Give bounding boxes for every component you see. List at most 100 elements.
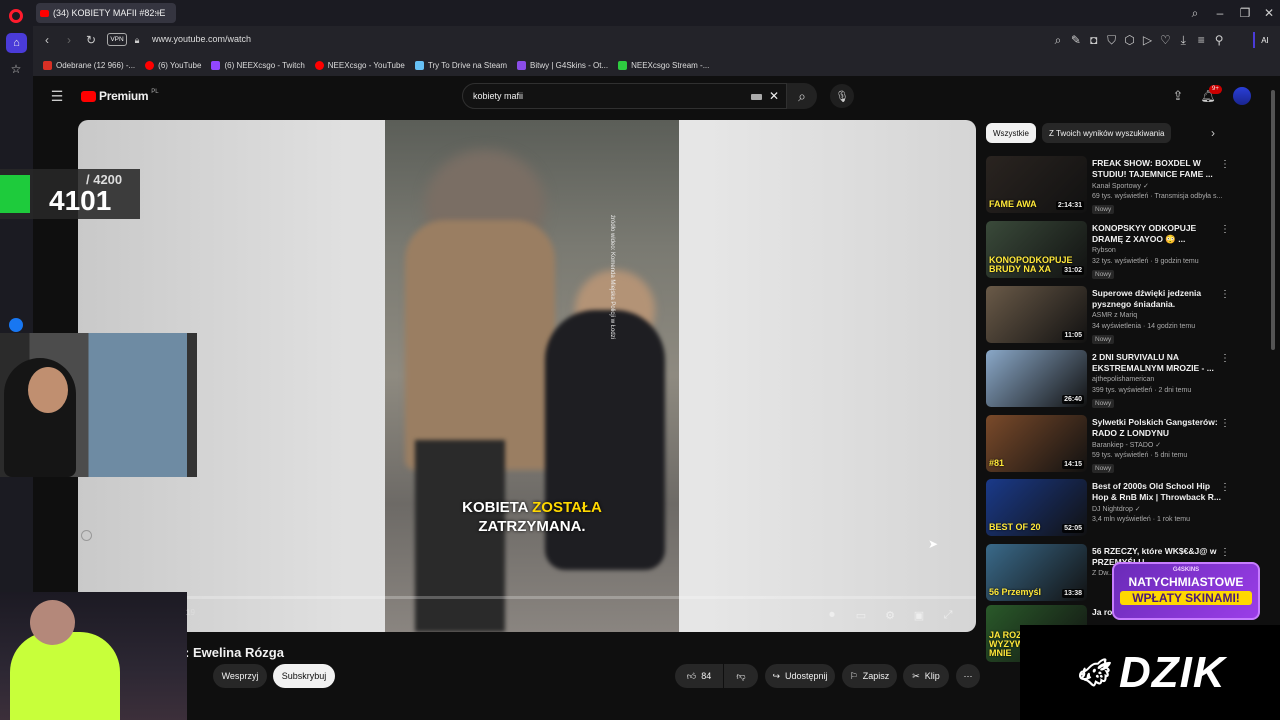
camera-icon[interactable]: ◘ [1087,32,1101,48]
url-field[interactable]: www.youtube.com/watch [152,34,251,44]
home-icon[interactable]: ⌂ [6,33,27,53]
search-tabs-icon[interactable]: ⌕ [1187,5,1203,21]
dislike-button[interactable]: 👎︎ [724,664,758,688]
share-button[interactable]: ↪ Udostępnij [765,664,835,688]
recommendation-item[interactable]: BEST OF 20 52:05 Best of 2000s Old Schoo… [986,479,1256,537]
keyboard-icon[interactable] [751,94,762,100]
duration-badge: 52:05 [1062,524,1084,533]
maximize-icon[interactable]: ❐ [1237,5,1253,21]
bookmark-youtube[interactable]: (6) YouTube [145,60,201,70]
star-icon[interactable]: ☆ [9,62,23,76]
recommendation-item[interactable]: KONOPODKOPUJE BRUDY NA XA 31:02 KONOPSKY… [986,221,1256,279]
channel-name[interactable]: ajthepolishamerican [1092,376,1154,383]
download-icon[interactable]: ⤓ [1176,32,1190,48]
bookmark-gmail[interactable]: Odebrane (12 966) -... [43,60,135,70]
chevron-right-icon[interactable]: › [1205,125,1221,141]
channel-name[interactable]: DJ Nightdrop ✓ [1092,505,1141,513]
recommendation-title[interactable]: Best of 2000s Old School Hip Hop & RnB M… [1092,481,1222,503]
subtitles-icon[interactable]: ▭ [852,606,870,624]
kebab-menu-icon[interactable]: ⋮ [1220,224,1230,235]
channel-name[interactable]: Kanał Sportowy ✓ [1092,182,1149,190]
edit-icon[interactable]: ✎ [1069,32,1083,48]
back-icon[interactable]: ‹ [39,32,55,48]
steam-icon [414,60,424,70]
video-thumbnail[interactable]: KONOPODKOPUJE BRUDY NA XA 31:02 [986,221,1087,278]
channel-name[interactable]: ASMR z Mariq [1092,312,1137,319]
recommendation-title[interactable]: Sylwetki Polskich Gangsterów: RADO Z LON… [1092,417,1222,439]
video-thumbnail[interactable]: FAME AWA 2:14:31 [986,156,1087,213]
shield-icon[interactable]: ⛉ [1105,32,1119,48]
recommendation-title[interactable]: FREAK SHOW: BOXDEL W STUDIU! TAJEMNICE F… [1092,158,1222,180]
subscribe-button[interactable]: Subskrybuj [273,664,335,688]
video-thumbnail[interactable]: #81 14:15 [986,415,1087,472]
video-thumbnail[interactable]: 56 Przemyśl 13:38 [986,544,1087,601]
bookmark-twitch[interactable]: (6) NEEXcsgo - Twitch [211,60,305,70]
recommendation-item[interactable]: #81 14:15 Sylwetki Polskich Gangsterów: … [986,415,1256,473]
chip-all[interactable]: Wszystkie [986,123,1036,143]
settings-gear-icon[interactable]: ⚙ [881,606,899,624]
video-thumbnail[interactable]: BEST OF 20 52:05 [986,479,1087,536]
recommendation-item[interactable]: 26:40 2 DNI SURVIVALU NA EKSTREMALNYM MR… [986,350,1256,408]
new-tab-plus-icon[interactable]: + [150,5,166,21]
support-button[interactable]: Wesprzyj [213,664,267,688]
ai-button[interactable]: AI [1253,32,1275,48]
hamburger-menu-icon[interactable]: ☰ [49,88,65,104]
kebab-menu-icon[interactable]: ⋮ [1220,353,1230,364]
minimize-icon[interactable]: – [1212,5,1228,21]
channel-name[interactable]: Barankiep - STADO ✓ [1092,441,1161,449]
search-icon[interactable]: ⌕ [1051,32,1065,48]
search-box[interactable]: ✕ [462,83,787,109]
notification-count-badge: 9+ [1209,85,1222,94]
play-icon[interactable]: ▷ [1141,32,1155,48]
cube-icon[interactable]: ⬡ [1123,32,1137,48]
video-player[interactable]: źródło wideo: Komenda Miejska Policji w … [78,120,976,632]
bookmark-youtube-channel[interactable]: NEEXcsgo - YouTube [314,60,405,70]
bookmark-steam[interactable]: Try To Drive na Steam [414,60,507,70]
close-window-icon[interactable]: ✕ [1261,5,1277,21]
theater-mode-icon[interactable]: ▣ [910,606,928,624]
kebab-menu-icon[interactable]: ⋮ [1220,289,1230,300]
kebab-menu-icon[interactable]: ⋮ [1220,159,1230,170]
forward-icon[interactable]: › [61,32,77,48]
lock-icon[interactable]: 🔒︎ [131,32,143,48]
save-button[interactable]: ⚐ Zapisz [842,664,897,688]
clear-search-icon[interactable]: ✕ [766,88,782,104]
scrollbar[interactable] [1271,90,1275,350]
avatar[interactable] [1233,87,1251,105]
recommendation-title[interactable]: 2 DNI SURVIVALU NA EKSTREMALNYM MROZIE -… [1092,352,1222,374]
heart-icon[interactable]: ♡ [1158,32,1172,48]
recommendation-item[interactable]: 11:05 Superowe dźwięki jedzenia pysznego… [986,286,1256,344]
kebab-menu-icon[interactable]: ⋮ [1220,418,1230,429]
messenger-icon[interactable] [9,318,23,332]
g4skins-promo-banner: G4SKINS NATYCHMIASTOWE WPŁATY SKINAMI! [1112,562,1260,620]
fullscreen-icon[interactable]: ⤢ [939,606,957,624]
microphone-icon[interactable]: 🎙︎ [830,84,854,108]
opera-logo-icon[interactable] [9,9,23,23]
autoplay-toggle-icon[interactable]: ⏺ [823,606,841,624]
like-button[interactable]: 👍︎ 84 [675,664,723,688]
channel-name[interactable]: Z Dw... [1092,570,1114,577]
upload-icon[interactable]: ⇪ [1169,87,1187,105]
profile-icon[interactable]: ⚲ [1212,32,1226,48]
clip-button[interactable]: ✂ Klip [903,664,949,688]
bookmark-stream[interactable]: NEEXcsgo Stream -... [618,60,709,70]
progress-bar[interactable] [78,596,976,599]
video-thumbnail[interactable]: 11:05 [986,286,1087,343]
chip-from-search[interactable]: Z Twoich wyników wyszukiwania [1042,123,1172,143]
recommendation-title[interactable]: KONOPSKYY ODKOPUJE DRAMĘ Z XAYOO 😳 ... [1092,223,1222,245]
kebab-menu-icon[interactable]: ⋮ [1220,547,1230,558]
video-thumbnail[interactable]: 26:40 [986,350,1087,407]
bookmark-g4skins[interactable]: Bitwy | G4Skins - Ot... [517,60,608,70]
menu-lines-icon[interactable]: ≡ [1194,32,1208,48]
recommendation-item[interactable]: FAME AWA 2:14:31 FREAK SHOW: BOXDEL W ST… [986,156,1256,214]
channel-name[interactable]: Rybson [1092,247,1116,254]
search-button-icon[interactable]: ⌕ [787,83,817,109]
youtube-logo[interactable]: Premium PL [81,89,159,103]
kebab-menu-icon[interactable]: ⋮ [1220,482,1230,493]
reload-icon[interactable]: ↻ [83,32,99,48]
more-actions-button[interactable]: ⋯ [956,664,980,688]
youtube-page: ☰ Premium PL ✕ ⌕ 🎙︎ ⇪ 🔔︎ 9+ źródło wideo… [33,78,1280,720]
vpn-badge[interactable]: VPN [107,33,127,46]
search-input[interactable] [473,88,713,104]
recommendation-title[interactable]: Superowe dźwięki jedzenia pysznego śniad… [1092,288,1222,310]
